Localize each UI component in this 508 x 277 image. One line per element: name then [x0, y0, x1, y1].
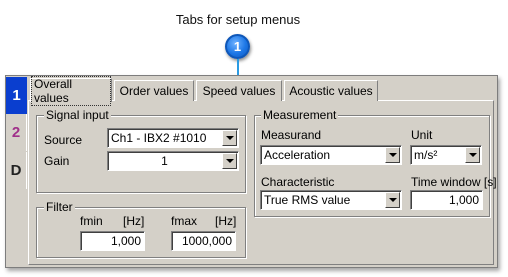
- gain-dropdown-arrow-icon[interactable]: [222, 153, 237, 169]
- gain-select[interactable]: 1: [107, 151, 239, 171]
- callout-badge: 1: [225, 34, 250, 59]
- side-tab-1[interactable]: 1: [6, 77, 27, 114]
- time-window-label: Time window [s]: [411, 175, 497, 189]
- side-tab-d[interactable]: D: [6, 152, 27, 189]
- tab-overall-values-label: Overall values: [31, 75, 111, 106]
- characteristic-label: Characteristic: [261, 175, 335, 189]
- gain-value: 1: [161, 154, 168, 168]
- measurand-label: Measurand: [261, 128, 322, 142]
- tab-order-values-label: Order values: [119, 84, 189, 98]
- fmin-label: fmin: [80, 214, 103, 228]
- time-window-input[interactable]: 1,000: [410, 190, 483, 210]
- unit-label: Unit: [411, 128, 433, 142]
- tab-acoustic-values-label: Acoustic values: [289, 84, 373, 98]
- fmax-label: fmax: [171, 214, 198, 228]
- signal-input-title: Signal input: [44, 108, 111, 122]
- fmin-input[interactable]: 1,000: [80, 231, 145, 251]
- source-label: Source: [44, 133, 83, 147]
- measurand-value: Acceleration: [264, 148, 331, 162]
- characteristic-dropdown-arrow-icon[interactable]: [385, 192, 400, 208]
- tab-order-values[interactable]: Order values: [114, 80, 194, 101]
- source-value: Ch1 - IBX2 #1010: [111, 131, 207, 145]
- measurand-dropdown-arrow-icon[interactable]: [385, 147, 400, 163]
- tab-overall-values[interactable]: Overall values: [30, 75, 112, 106]
- gain-label: Gain: [44, 154, 70, 168]
- annotation-caption: Tabs for setup menus: [175, 12, 301, 27]
- unit-value: m/s²: [414, 148, 438, 162]
- characteristic-value: True RMS value: [264, 193, 351, 207]
- unit-select[interactable]: m/s²: [410, 145, 482, 165]
- callout-pointer-line: [237, 59, 239, 76]
- side-tab-2[interactable]: 2: [6, 114, 27, 151]
- measurand-select[interactable]: Acceleration: [260, 145, 402, 165]
- source-dropdown-arrow-icon[interactable]: [222, 130, 237, 146]
- source-select[interactable]: Ch1 - IBX2 #1010: [107, 128, 239, 148]
- measurement-title: Measurement: [261, 108, 339, 122]
- filter-title: Filter: [44, 200, 75, 214]
- fmax-unit: [Hz]: [215, 214, 237, 228]
- characteristic-select[interactable]: True RMS value: [260, 190, 402, 210]
- fmin-unit: [Hz]: [123, 214, 145, 228]
- tab-acoustic-values[interactable]: Acoustic values: [284, 80, 378, 101]
- tab-speed-values[interactable]: Speed values: [196, 80, 282, 101]
- tab-speed-values-label: Speed values: [202, 84, 276, 98]
- unit-dropdown-arrow-icon[interactable]: [465, 147, 480, 163]
- fmax-input[interactable]: 1000,000: [171, 231, 236, 251]
